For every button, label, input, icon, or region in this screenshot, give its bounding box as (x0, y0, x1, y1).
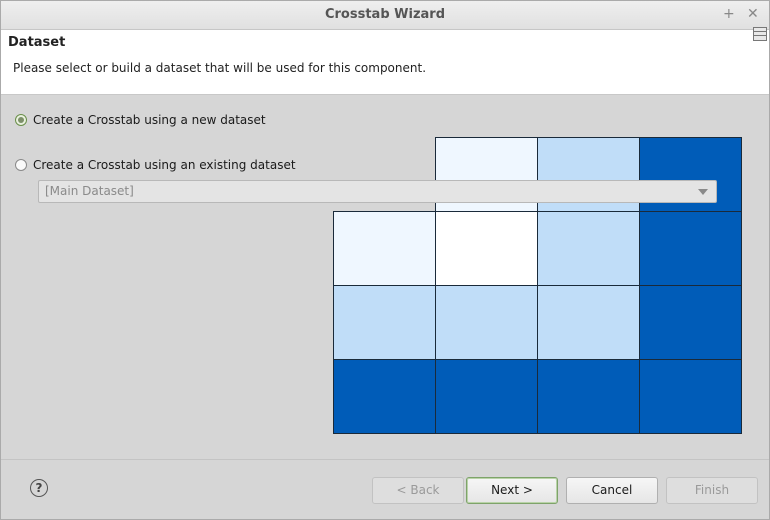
preview-cell (333, 359, 436, 434)
preview-cell (435, 211, 538, 286)
existing-dataset-label: Create a Crosstab using an existing data… (33, 158, 296, 172)
new-dataset-label: Create a Crosstab using a new dataset (33, 113, 266, 127)
dataset-select-value: [Main Dataset] (45, 184, 134, 198)
chevron-down-icon[interactable] (698, 189, 708, 195)
preview-cell (537, 285, 640, 360)
preview-cell (435, 359, 538, 434)
preview-cell (639, 285, 742, 360)
page-header: Dataset Please select or build a dataset… (1, 27, 769, 95)
cancel-button[interactable]: Cancel (566, 477, 658, 504)
maximize-icon[interactable]: + (723, 6, 735, 22)
page-description: Please select or build a dataset that wi… (13, 61, 427, 75)
new-dataset-radio[interactable] (15, 114, 27, 126)
preview-cell (435, 285, 538, 360)
dataset-select[interactable]: [Main Dataset] (38, 180, 717, 203)
preview-cell (333, 211, 436, 286)
page-title: Dataset (8, 35, 66, 50)
close-icon[interactable]: ✕ (747, 6, 759, 22)
next-button[interactable]: Next > (466, 477, 558, 504)
window-title: Crosstab Wizard (324, 7, 446, 22)
dataset-icon (753, 27, 767, 41)
existing-dataset-radio[interactable] (15, 159, 27, 171)
preview-cell (333, 285, 436, 360)
new-dataset-option[interactable]: Create a Crosstab using a new dataset (15, 113, 266, 127)
preview-cell (537, 359, 640, 434)
crosstab-wizard-window: Crosstab Wizard + ✕ Dataset Please selec… (0, 0, 770, 520)
back-button[interactable]: < Back (372, 477, 464, 504)
preview-cell (639, 359, 742, 434)
preview-cell (537, 211, 640, 286)
help-icon[interactable]: ? (30, 479, 48, 497)
existing-dataset-option[interactable]: Create a Crosstab using an existing data… (15, 158, 296, 172)
finish-button[interactable]: Finish (666, 477, 758, 504)
preview-cell (639, 211, 742, 286)
footer-divider (1, 459, 769, 460)
title-bar: Crosstab Wizard + ✕ (1, 1, 769, 30)
